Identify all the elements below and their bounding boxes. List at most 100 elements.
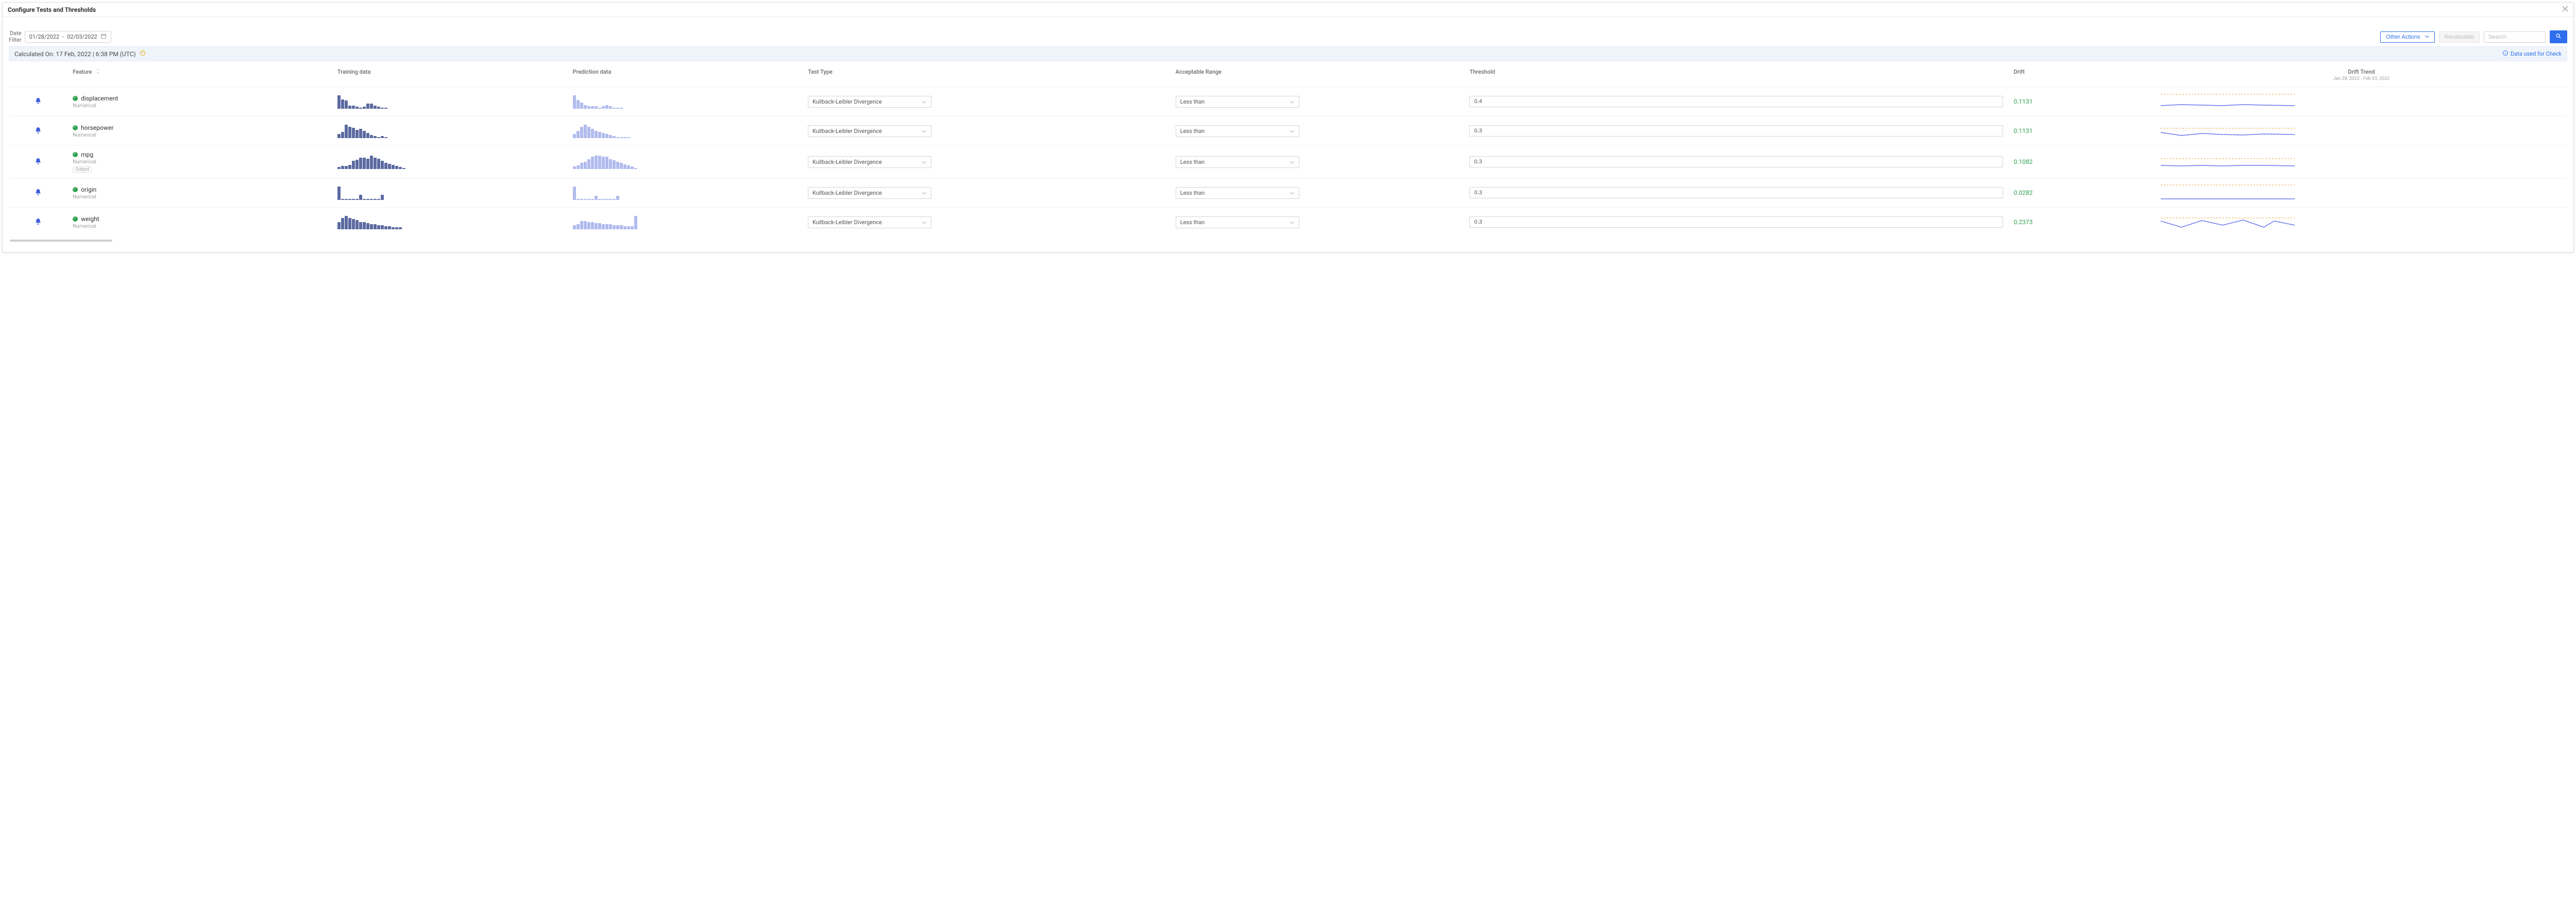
chevron-down-icon	[922, 219, 927, 226]
test-type-select[interactable]: Kullback-Leibler Divergence	[808, 156, 931, 168]
col-prediction: Prediction data	[568, 63, 803, 87]
threshold-input[interactable]	[1469, 216, 2003, 228]
other-actions-dropdown[interactable]: Other Actions	[2380, 31, 2434, 43]
search-input[interactable]	[2484, 31, 2546, 43]
info-warning-icon[interactable]	[140, 50, 146, 56]
date-to: 02/03/2022	[67, 33, 97, 40]
feature-tag: Output	[73, 166, 92, 173]
calculated-on-banner: Calculated On: 17 Feb, 2022 | 6:38 PM (U…	[9, 46, 2567, 61]
trend-chart	[2161, 183, 2295, 202]
col-alert	[9, 63, 67, 87]
drift-value: 0.2373	[2013, 218, 2032, 226]
date-from: 01/28/2022	[29, 33, 60, 40]
chevron-down-icon	[922, 190, 927, 196]
date-filter-label: Date Filter	[9, 30, 22, 43]
chevron-down-icon	[1290, 128, 1295, 134]
acceptable-range-select[interactable]: Less than	[1176, 156, 1299, 168]
col-feature[interactable]: Feature	[67, 63, 332, 87]
modal-body: Date Filter 01/28/2022 - 02/03/2022 Othe…	[3, 17, 2573, 252]
status-pass-icon	[73, 152, 78, 157]
acceptable-range-select[interactable]: Less than	[1176, 187, 1299, 199]
toolbar: Date Filter 01/28/2022 - 02/03/2022 Othe…	[9, 30, 2567, 43]
col-training: Training data	[332, 63, 568, 87]
close-icon[interactable]	[2562, 6, 2568, 13]
feature-name[interactable]: weight	[73, 215, 327, 223]
data-used-for-check-link[interactable]: Data used for Check	[2502, 50, 2562, 58]
trend-chart	[2161, 213, 2295, 231]
col-acceptable-range: Acceptable Range	[1171, 63, 1465, 87]
chevron-down-icon	[1290, 98, 1295, 105]
table-row: origin Numerical Kullback-Leibler Diverg…	[9, 178, 2567, 208]
horizontal-scrollbar[interactable]	[10, 240, 2566, 242]
trend-chart	[2161, 153, 2295, 171]
toolbar-left: Date Filter 01/28/2022 - 02/03/2022	[9, 30, 111, 43]
chevron-down-icon	[1290, 190, 1295, 196]
spark-chart	[337, 155, 563, 169]
status-pass-icon	[73, 96, 78, 101]
threshold-input[interactable]	[1469, 125, 2003, 137]
col-drift-trend: Drift Trend Jan 28, 2022 - Feb 03, 2022	[2156, 63, 2567, 87]
bell-icon[interactable]	[35, 99, 42, 106]
test-type-select[interactable]: Kullback-Leibler Divergence	[808, 216, 931, 228]
toolbar-right: Other Actions Recalculate	[2380, 30, 2567, 43]
bell-icon[interactable]	[35, 128, 42, 136]
trend-chart	[2161, 122, 2295, 140]
modal-titlebar: Configure Tests and Thresholds	[3, 3, 2573, 17]
date-range-input[interactable]: 01/28/2022 - 02/03/2022	[25, 31, 111, 43]
test-type-select[interactable]: Kullback-Leibler Divergence	[808, 125, 931, 137]
table-row: horsepower Numerical Kullback-Leibler Di…	[9, 116, 2567, 146]
spark-chart	[573, 94, 798, 109]
spark-chart	[573, 185, 798, 200]
chevron-down-icon	[2425, 34, 2429, 40]
threshold-input[interactable]	[1469, 187, 2003, 198]
threshold-input[interactable]	[1469, 96, 2003, 107]
spark-chart	[337, 185, 563, 200]
status-pass-icon	[73, 216, 78, 222]
feature-type: Numerical	[73, 103, 327, 109]
feature-name[interactable]: horsepower	[73, 124, 327, 131]
threshold-input[interactable]	[1469, 156, 2003, 167]
feature-name[interactable]: origin	[73, 186, 327, 193]
spark-chart	[573, 215, 798, 229]
bell-icon[interactable]	[35, 219, 42, 227]
spark-chart	[573, 155, 798, 169]
search-button[interactable]	[2550, 30, 2567, 43]
drift-value: 0.0282	[2013, 189, 2032, 196]
feature-name[interactable]: displacement	[73, 95, 327, 102]
table-header-row: Feature Training data Prediction data Te…	[9, 63, 2567, 87]
calendar-icon	[100, 33, 107, 41]
chevron-down-icon	[922, 128, 927, 134]
recalculate-button[interactable]: Recalculate	[2439, 31, 2480, 43]
trend-date-range: Jan 28, 2022 - Feb 03, 2022	[2161, 76, 2562, 81]
feature-type: Numerical	[73, 194, 327, 200]
col-threshold: Threshold	[1464, 63, 2008, 87]
modal-title: Configure Tests and Thresholds	[8, 6, 96, 13]
col-drift: Drift	[2008, 63, 2155, 87]
table-row: mpg Numerical Output Kullback-Leibler Di…	[9, 146, 2567, 178]
trend-chart	[2161, 92, 2295, 111]
drift-value: 0.1131	[2013, 127, 2032, 134]
data-used-text: Data used for Check	[2511, 50, 2562, 57]
drift-value: 0.1082	[2013, 158, 2032, 165]
configure-tests-modal: Configure Tests and Thresholds Date Filt…	[2, 2, 2574, 252]
col-test-type: Test Type	[803, 63, 1171, 87]
bell-icon[interactable]	[35, 159, 42, 166]
info-icon	[2502, 50, 2509, 58]
acceptable-range-select[interactable]: Less than	[1176, 125, 1299, 137]
date-separator: -	[62, 33, 64, 40]
test-type-select[interactable]: Kullback-Leibler Divergence	[808, 96, 931, 108]
status-pass-icon	[73, 187, 78, 192]
spark-chart	[337, 215, 563, 229]
table-row: weight Numerical Kullback-Leibler Diverg…	[9, 208, 2567, 237]
bell-icon[interactable]	[35, 190, 42, 197]
acceptable-range-select[interactable]: Less than	[1176, 216, 1299, 228]
chevron-down-icon	[1290, 159, 1295, 165]
feature-type: Numerical	[73, 159, 327, 165]
test-type-select[interactable]: Kullback-Leibler Divergence	[808, 187, 931, 199]
status-pass-icon	[73, 125, 78, 130]
sort-icon	[95, 69, 100, 75]
feature-type: Numerical	[73, 132, 327, 138]
feature-name[interactable]: mpg	[73, 151, 327, 158]
other-actions-label: Other Actions	[2386, 34, 2420, 40]
acceptable-range-select[interactable]: Less than	[1176, 96, 1299, 108]
